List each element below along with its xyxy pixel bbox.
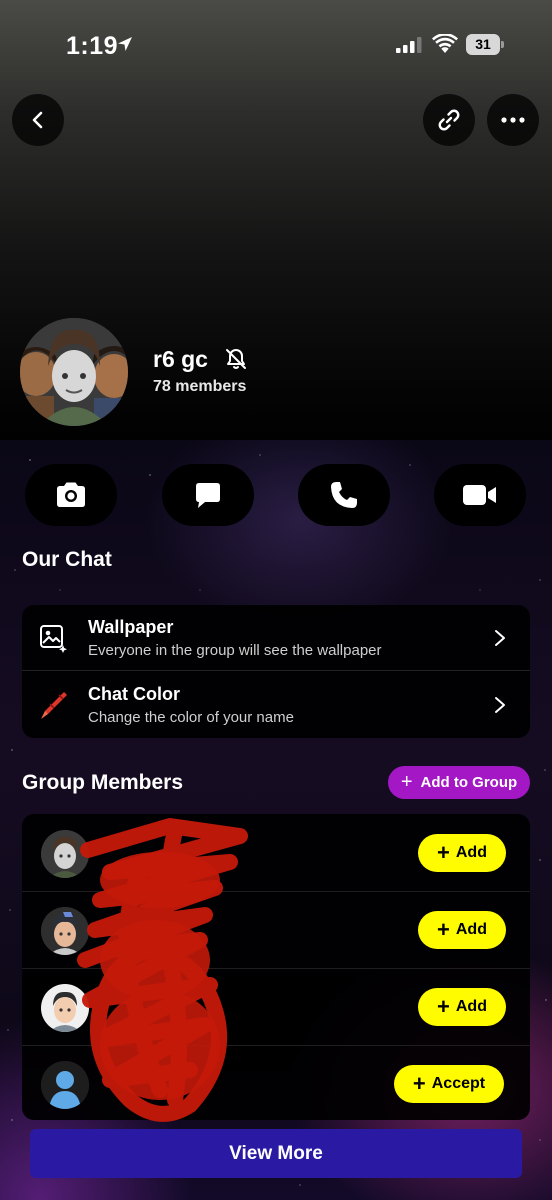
chat-color-title: Chat Color bbox=[88, 684, 180, 704]
chat-icon bbox=[196, 483, 220, 508]
share-link-button[interactable] bbox=[423, 94, 475, 146]
bitmoji-avatar bbox=[41, 907, 89, 955]
chat-color-row[interactable]: Chat Color Change the color of your name bbox=[22, 672, 530, 738]
chevron-right-icon bbox=[495, 630, 505, 646]
bell-muted-icon[interactable] bbox=[224, 347, 248, 371]
add-member-button[interactable]: + Add bbox=[418, 988, 506, 1026]
chevron-right-icon bbox=[495, 697, 505, 713]
member-row[interactable]: + Add bbox=[22, 893, 530, 969]
plus-icon: + bbox=[412, 1071, 426, 1096]
video-icon bbox=[463, 485, 496, 505]
plus-icon: + bbox=[437, 840, 450, 865]
accept-label: Accept bbox=[431, 1075, 486, 1092]
crayon-icon bbox=[41, 692, 67, 719]
member-count: 78 members bbox=[153, 378, 247, 395]
battery-tip bbox=[501, 41, 504, 48]
chat-color-subtitle: Change the color of your name bbox=[88, 709, 294, 726]
location-arrow-icon bbox=[118, 37, 132, 51]
add-member-button[interactable]: + Add bbox=[418, 911, 506, 949]
cellular-signal-icon bbox=[396, 37, 422, 53]
battery-indicator: 31 bbox=[466, 34, 504, 55]
add-to-group-label: Add to Group bbox=[420, 774, 518, 791]
status-time: 1:19 bbox=[66, 32, 119, 60]
group-name: r6 gc bbox=[153, 346, 208, 372]
member-row[interactable]: + Add bbox=[22, 970, 530, 1046]
bitmoji-avatar bbox=[41, 830, 89, 878]
phone-icon bbox=[331, 482, 357, 508]
battery-level: 31 bbox=[466, 34, 500, 55]
call-button[interactable] bbox=[298, 464, 390, 526]
back-icon bbox=[32, 111, 43, 129]
link-icon bbox=[438, 109, 460, 131]
member-row[interactable]: + Add bbox=[22, 816, 530, 892]
wallpaper-icon bbox=[40, 625, 67, 653]
video-call-button[interactable] bbox=[434, 464, 526, 526]
accept-member-button[interactable]: + Accept bbox=[394, 1065, 504, 1103]
back-button[interactable] bbox=[12, 94, 64, 146]
group-avatar[interactable] bbox=[20, 318, 128, 426]
camera-icon bbox=[57, 482, 85, 507]
chat-button[interactable] bbox=[162, 464, 254, 526]
add-label: Add bbox=[455, 998, 487, 1015]
camera-button[interactable] bbox=[25, 464, 117, 526]
bitmoji-avatar bbox=[41, 984, 89, 1032]
wallpaper-row[interactable]: Wallpaper Everyone in the group will see… bbox=[22, 605, 530, 671]
more-icon bbox=[501, 117, 525, 123]
add-label: Add bbox=[455, 844, 487, 861]
group-bitmoji-avatars bbox=[20, 318, 128, 426]
member-avatar[interactable] bbox=[41, 984, 89, 1032]
add-to-group-button[interactable]: + Add to Group bbox=[388, 766, 530, 799]
view-more-button[interactable]: View More bbox=[30, 1129, 522, 1178]
our-chat-settings-card: Wallpaper Everyone in the group will see… bbox=[22, 605, 530, 738]
group-members-list: + Add + Add + Add + Accept bbox=[22, 814, 530, 1120]
member-avatar[interactable] bbox=[41, 907, 89, 955]
member-avatar[interactable] bbox=[41, 830, 89, 878]
our-chat-heading: Our Chat bbox=[22, 548, 112, 571]
add-member-button[interactable]: + Add bbox=[418, 834, 506, 872]
member-avatar[interactable] bbox=[41, 1061, 89, 1109]
plus-icon: + bbox=[400, 771, 413, 793]
more-options-button[interactable] bbox=[487, 94, 539, 146]
group-members-heading: Group Members bbox=[22, 771, 184, 794]
default-avatar-icon bbox=[41, 1061, 89, 1109]
wallpaper-subtitle: Everyone in the group will see the wallp… bbox=[88, 642, 382, 659]
plus-icon: + bbox=[437, 917, 450, 942]
member-row[interactable]: + Accept bbox=[22, 1047, 530, 1123]
wifi-icon bbox=[432, 34, 458, 53]
wallpaper-title: Wallpaper bbox=[88, 617, 174, 637]
add-label: Add bbox=[455, 921, 487, 938]
status-bar: 1:19 31 bbox=[0, 0, 552, 90]
plus-icon: + bbox=[437, 994, 450, 1019]
